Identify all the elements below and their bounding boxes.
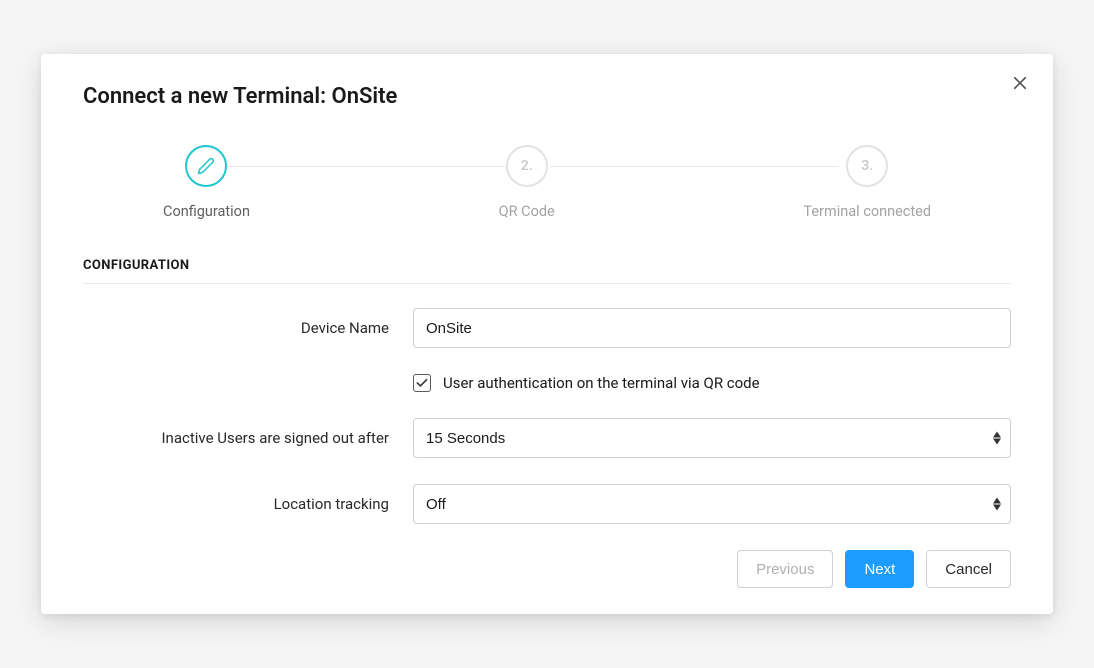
modal-footer: Previous Next Cancel [83, 550, 1011, 588]
close-icon [1011, 74, 1029, 92]
field-device-name: Device Name [83, 308, 1011, 348]
qr-auth-label: User authentication on the terminal via … [443, 374, 760, 392]
field-location-tracking: Location tracking Off [83, 484, 1011, 524]
step-terminal-connected: 3. Terminal connected [803, 145, 931, 220]
check-icon [416, 378, 428, 388]
previous-button[interactable]: Previous [737, 550, 833, 588]
location-tracking-select[interactable]: Off [413, 484, 1011, 524]
location-tracking-label: Location tracking [83, 495, 413, 513]
field-qr-auth: User authentication on the terminal via … [83, 374, 1011, 392]
field-sign-out: Inactive Users are signed out after 15 S… [83, 418, 1011, 458]
terminal-connect-modal: Connect a new Terminal: OnSite Configura… [41, 54, 1053, 614]
step-label: Terminal connected [803, 203, 931, 220]
pencil-icon [197, 157, 215, 175]
step-qr-code: 2. QR Code [499, 145, 555, 220]
next-button[interactable]: Next [845, 550, 914, 588]
sign-out-select[interactable]: 15 Seconds [413, 418, 1011, 458]
sign-out-label: Inactive Users are signed out after [83, 429, 413, 447]
modal-title: Connect a new Terminal: OnSite [83, 84, 1011, 109]
qr-auth-checkbox[interactable] [413, 374, 431, 392]
close-button[interactable] [1009, 72, 1031, 94]
step-indicator: 2. [506, 145, 548, 187]
section-header: CONFIGURATION [83, 258, 1011, 284]
cancel-button[interactable]: Cancel [926, 550, 1011, 588]
device-name-input[interactable] [413, 308, 1011, 348]
device-name-label: Device Name [83, 319, 413, 337]
step-indicator: 3. [846, 145, 888, 187]
step-connector [550, 166, 839, 167]
step-connector [219, 166, 508, 167]
stepper: Configuration 2. QR Code 3. Terminal con… [83, 145, 1011, 220]
step-configuration: Configuration [163, 145, 250, 220]
step-label: Configuration [163, 203, 250, 220]
step-label: QR Code [499, 203, 555, 220]
step-indicator-active [185, 145, 227, 187]
